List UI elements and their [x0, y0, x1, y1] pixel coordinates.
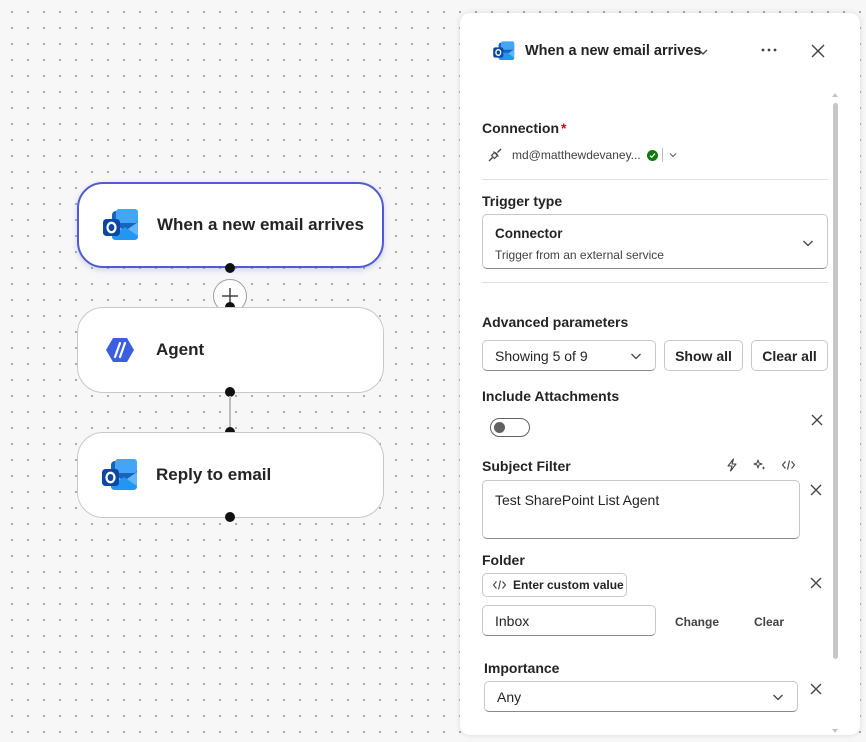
importance-dropdown[interactable]: Any: [484, 681, 798, 712]
clear-folder-button[interactable]: Clear: [754, 615, 784, 629]
connection-label: Connection *: [482, 120, 566, 136]
toggle-knob: [494, 422, 505, 433]
required-mark: *: [561, 120, 567, 136]
outlook-icon: [492, 39, 516, 68]
node-title: When a new email arrives: [157, 215, 364, 234]
panel-scrollbar[interactable]: [832, 93, 839, 733]
advanced-parameters-value: Showing 5 of 9: [495, 348, 588, 364]
chevron-down-icon[interactable]: [697, 45, 709, 63]
include-attachments-label: Include Attachments: [482, 388, 620, 404]
chevron-down-icon: [631, 353, 641, 360]
trigger-type-value: Connector: [495, 226, 563, 241]
show-all-button[interactable]: Show all: [664, 340, 743, 371]
more-icon: [761, 48, 777, 52]
flow-node-reply[interactable]: Reply to email: [77, 432, 384, 518]
panel-title: When a new email arrives: [525, 43, 702, 59]
clear-all-button[interactable]: Clear all: [751, 340, 828, 371]
folder-label: Folder: [482, 552, 525, 568]
enter-custom-value-button[interactable]: Enter custom value: [482, 573, 627, 597]
close-icon: [811, 44, 825, 58]
enter-custom-value-label: Enter custom value: [513, 578, 624, 592]
sparkle-icon[interactable]: [753, 458, 767, 472]
lightning-icon[interactable]: [725, 458, 739, 472]
connector-dot: [225, 263, 235, 273]
remove-subject-filter-icon[interactable]: [809, 483, 823, 497]
chevron-down-icon[interactable]: [667, 149, 679, 161]
trigger-type-label: Trigger type: [482, 193, 563, 209]
trigger-type-description: Trigger from an external service: [495, 248, 664, 262]
plug-connection-icon: [488, 148, 502, 162]
divider: [482, 282, 828, 283]
agent-icon: [100, 330, 140, 370]
folder-input[interactable]: Inbox: [482, 605, 656, 636]
chevron-down-icon: [803, 240, 813, 247]
outlook-icon: [100, 455, 140, 495]
advanced-parameters-dropdown[interactable]: Showing 5 of 9: [482, 340, 656, 371]
folder-value: Inbox: [495, 613, 530, 629]
subject-filter-value: Test SharePoint List Agent: [495, 492, 660, 508]
connection-account: md@matthewdevaney...: [512, 148, 641, 162]
importance-value: Any: [497, 689, 522, 705]
code-icon: [492, 580, 507, 590]
flow-canvas[interactable]: When a new email arrives Agent Reply to …: [0, 0, 460, 742]
scroll-down-icon[interactable]: [832, 729, 838, 733]
node-title: Agent: [156, 340, 205, 359]
separator: [661, 148, 663, 162]
connection-label-text: Connection: [482, 120, 559, 136]
divider: [482, 179, 828, 180]
importance-label: Importance: [484, 660, 560, 676]
remove-folder-icon[interactable]: [809, 576, 823, 590]
connection-selector[interactable]: md@matthewdevaney...: [486, 146, 679, 164]
node-title: Reply to email: [156, 465, 272, 484]
code-icon[interactable]: [781, 458, 796, 472]
scroll-thumb[interactable]: [833, 103, 838, 659]
connector-dot: [225, 512, 235, 522]
advanced-parameters-label: Advanced parameters: [482, 314, 629, 330]
include-attachments-toggle[interactable]: [490, 418, 530, 437]
subject-filter-input[interactable]: Test SharePoint List Agent: [482, 480, 800, 539]
change-folder-button[interactable]: Change: [675, 615, 719, 629]
outlook-icon: [101, 205, 141, 245]
properties-panel: When a new email arrives Connection * md…: [460, 13, 860, 735]
flow-node-trigger[interactable]: When a new email arrives: [77, 182, 384, 268]
remove-include-attachments-icon[interactable]: [810, 413, 824, 427]
connector-line: [229, 396, 231, 428]
subject-filter-label: Subject Filter: [482, 458, 571, 474]
close-panel-button[interactable]: [810, 43, 826, 64]
trigger-type-dropdown[interactable]: Connector Trigger from an external servi…: [482, 214, 828, 269]
panel-header: When a new email arrives: [460, 13, 860, 89]
remove-importance-icon[interactable]: [809, 682, 823, 696]
connected-check-icon: [646, 149, 658, 161]
chevron-down-icon: [773, 694, 783, 701]
flow-node-agent[interactable]: Agent: [77, 307, 384, 393]
more-options-button[interactable]: [760, 41, 778, 64]
scroll-up-icon[interactable]: [832, 93, 838, 97]
